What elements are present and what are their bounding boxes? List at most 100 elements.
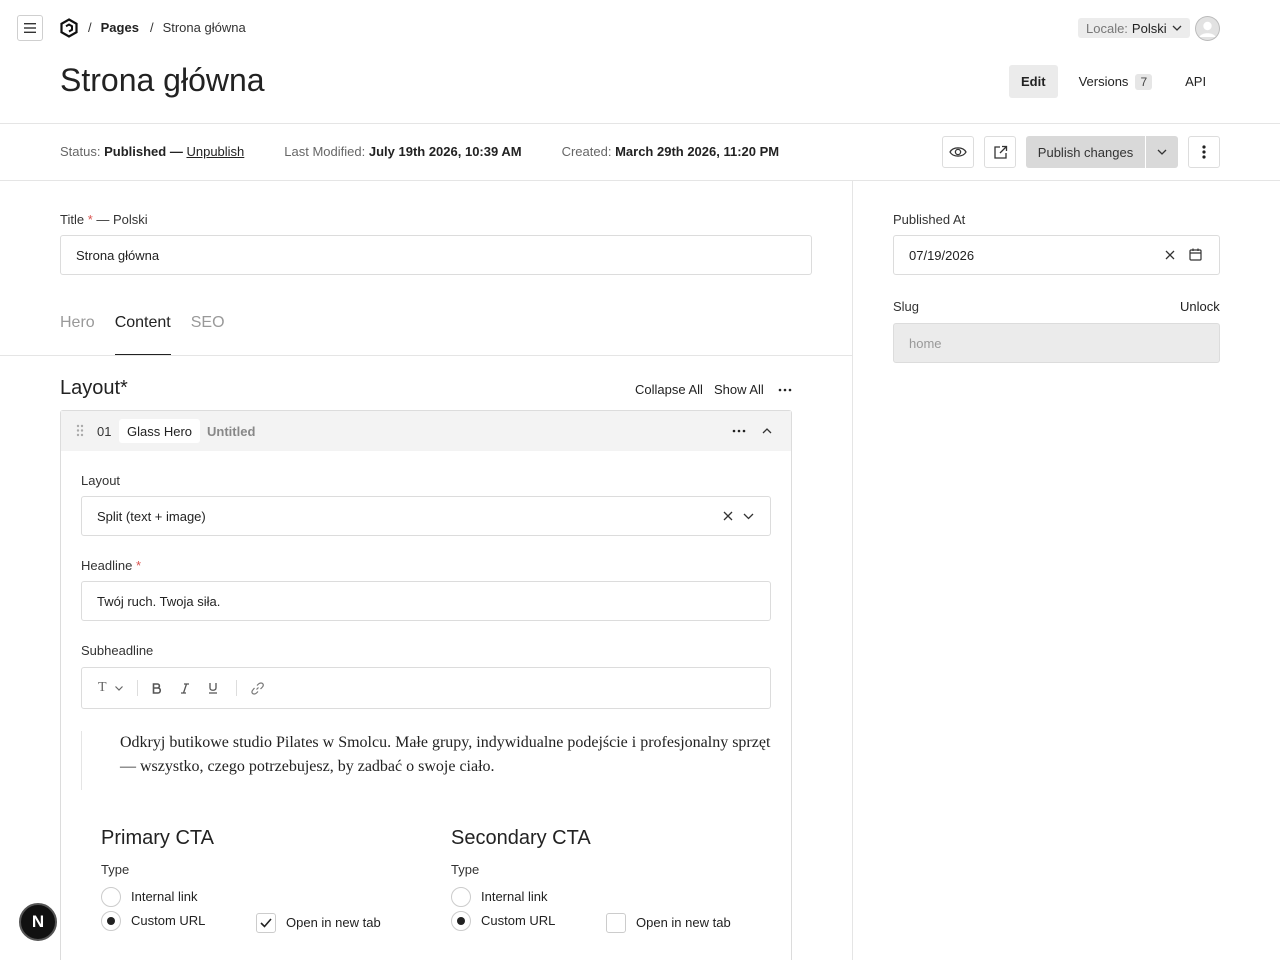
- chevron-up-icon[interactable]: [762, 428, 772, 434]
- underline-button[interactable]: [208, 682, 218, 694]
- last-modified-label: Last Modified:: [284, 144, 366, 159]
- status-bar: Status: Published — Unpublish Last Modif…: [0, 124, 1280, 180]
- bold-icon: [152, 682, 161, 694]
- subheadline-editor[interactable]: Odkryj butikowe studio Pilates w Smolcu.…: [81, 731, 771, 790]
- external-link-icon: [993, 145, 1007, 159]
- layout-actions: Collapse All Show All: [635, 382, 792, 397]
- secondary-custom-url-label[interactable]: Custom URL: [481, 913, 555, 928]
- drag-handle-icon[interactable]: [76, 424, 84, 437]
- chevron-down-icon: [1172, 25, 1182, 31]
- primary-new-tab-checkbox[interactable]: [256, 913, 276, 933]
- last-modified-value: July 19th 2026, 10:39 AM: [368, 144, 522, 159]
- primary-cta-type-label: Type: [101, 862, 130, 877]
- layout-title: Layout*: [60, 377, 128, 399]
- tab-content[interactable]: Content: [114, 314, 171, 356]
- toolbar-separator: [136, 680, 138, 696]
- breadcrumb-pages-link[interactable]: Pages: [101, 20, 139, 35]
- block-type-badge: Glass Hero: [119, 419, 201, 443]
- slug-label: Slug: [893, 299, 920, 314]
- clear-icon[interactable]: [1165, 250, 1175, 260]
- chevron-down-icon[interactable]: [743, 513, 754, 520]
- more-horizontal-icon[interactable]: [778, 388, 792, 392]
- more-horizontal-icon[interactable]: [732, 429, 746, 433]
- title-input[interactable]: Strona główna: [60, 235, 812, 275]
- tabs-divider: [0, 355, 852, 356]
- primary-custom-url-label[interactable]: Custom URL: [131, 913, 205, 928]
- underline-icon: [208, 683, 217, 694]
- user-icon: [1195, 16, 1220, 41]
- secondary-new-tab-checkbox[interactable]: [606, 913, 626, 933]
- publish-changes-button[interactable]: Publish changes: [1026, 136, 1145, 168]
- layout-select-value: Split (text + image): [97, 508, 206, 524]
- published-at-label: Published At: [893, 212, 966, 227]
- primary-new-tab-label[interactable]: Open in new tab: [286, 915, 381, 930]
- tab-api[interactable]: API: [1173, 65, 1218, 98]
- tab-edit[interactable]: Edit: [1009, 65, 1058, 98]
- primary-custom-url-radio[interactable]: [101, 911, 121, 931]
- locale-selector[interactable]: Locale: Polski: [1078, 18, 1190, 38]
- secondary-custom-url-radio[interactable]: [451, 911, 471, 931]
- calendar-icon[interactable]: [1189, 248, 1202, 261]
- hamburger-icon: [24, 23, 36, 33]
- secondary-cta-title: Secondary CTA: [451, 827, 591, 849]
- secondary-cta-type-label: Type: [451, 862, 480, 877]
- created-value: March 29th 2026, 11:20 PM: [615, 144, 780, 159]
- link-button[interactable]: [250, 681, 264, 695]
- preview-button[interactable]: [942, 136, 974, 168]
- block-header[interactable]: 01 Glass Hero Untitled: [61, 411, 791, 451]
- headline-input[interactable]: Twój ruch. Twoja siła.: [81, 581, 771, 621]
- hamburger-menu-button[interactable]: [17, 15, 43, 41]
- secondary-internal-link-label[interactable]: Internal link: [481, 889, 547, 904]
- italic-button[interactable]: [180, 682, 190, 694]
- more-options-button[interactable]: [1188, 136, 1220, 168]
- view-tabs: Edit Versions 7 API: [1009, 65, 1218, 98]
- secondary-new-tab-label[interactable]: Open in new tab: [636, 915, 731, 930]
- versions-count-badge: 7: [1135, 73, 1153, 90]
- primary-internal-link-label[interactable]: Internal link: [131, 889, 197, 904]
- clear-icon[interactable]: [723, 511, 733, 521]
- published-at-input[interactable]: 07/19/2026: [893, 235, 1220, 275]
- layout-select[interactable]: Split (text + image): [81, 496, 771, 536]
- breadcrumb-current: Strona główna: [162, 20, 246, 35]
- created-label: Created:: [561, 144, 612, 159]
- published-at-value: 07/19/2026: [909, 247, 975, 263]
- title-field-label: Title * — Polski: [60, 212, 148, 227]
- chevron-down-icon: [114, 685, 123, 691]
- tab-seo[interactable]: SEO: [191, 314, 225, 356]
- locale-label: Locale:: [1086, 20, 1128, 36]
- secondary-internal-link-radio[interactable]: [451, 887, 471, 907]
- slug-unlock-button[interactable]: Unlock: [1180, 299, 1220, 314]
- nextjs-dev-badge[interactable]: N: [19, 903, 57, 941]
- headline-label: Headline *: [81, 558, 141, 573]
- publish-options-button[interactable]: [1146, 136, 1178, 168]
- top-bar: / Pages / Strona główna Locale: Polski: [0, 0, 1280, 56]
- tab-hero[interactable]: Hero: [60, 314, 95, 356]
- primary-internal-link-radio[interactable]: [101, 887, 121, 907]
- text-format-dropdown[interactable]: T: [98, 680, 123, 696]
- rich-text-toolbar: T: [81, 667, 771, 709]
- required-marker: *: [87, 212, 93, 227]
- status-value: Published: [104, 144, 167, 159]
- checkmark-icon: [260, 918, 272, 928]
- bold-button[interactable]: [152, 682, 162, 694]
- tab-versions-label: Versions: [1078, 74, 1129, 89]
- tab-versions[interactable]: Versions 7: [1067, 65, 1165, 98]
- payload-logo-icon[interactable]: [59, 18, 79, 38]
- breadcrumb: / Pages / Strona główna: [88, 20, 246, 35]
- open-external-button[interactable]: [984, 136, 1016, 168]
- layout-select-label: Layout: [81, 473, 121, 488]
- sidebar-divider: [852, 181, 853, 960]
- status-dash: —: [169, 144, 183, 159]
- vertical-dots-icon: [1202, 145, 1206, 159]
- slug-input[interactable]: home: [893, 323, 1220, 363]
- block-number: 01: [97, 424, 112, 439]
- headline-label-text: Headline: [81, 558, 133, 573]
- avatar[interactable]: [1195, 16, 1220, 41]
- created-info: Created: March 29th 2026, 11:20 PM: [562, 144, 780, 159]
- status-info: Status: Published — Unpublish: [60, 144, 244, 159]
- collapse-all-button[interactable]: Collapse All: [635, 382, 703, 397]
- divider: [0, 180, 1280, 181]
- show-all-button[interactable]: Show All: [714, 382, 764, 397]
- unpublish-link[interactable]: Unpublish: [186, 144, 244, 159]
- page-title: Strona główna: [60, 62, 265, 98]
